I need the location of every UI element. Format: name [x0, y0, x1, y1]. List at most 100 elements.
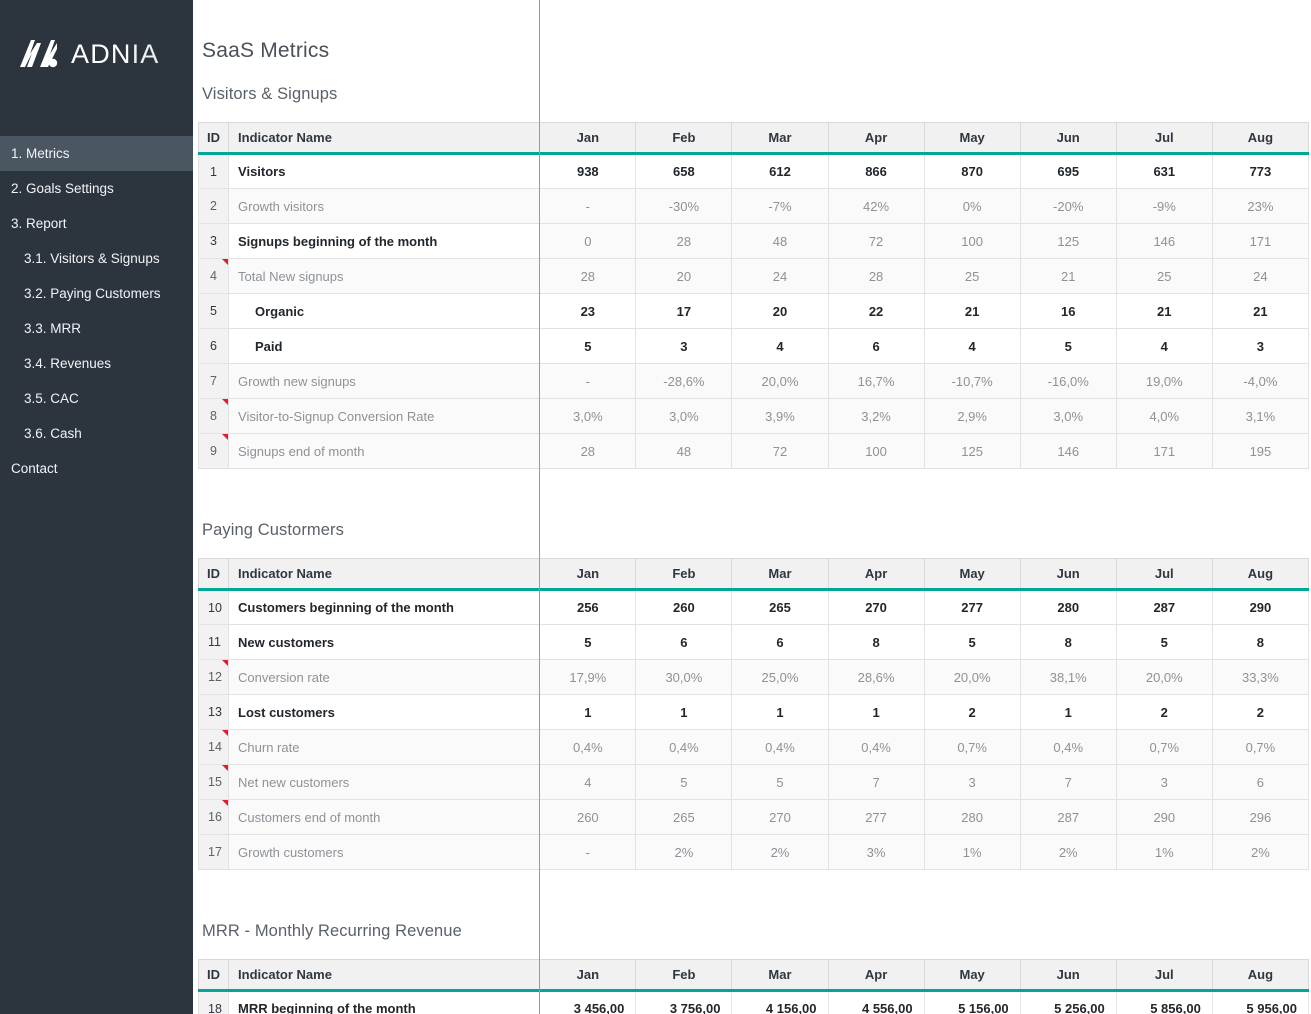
cell-jun[interactable]: 21	[1019, 258, 1117, 294]
table-row[interactable]: 4 Total New signups 28 20 24 28 25 21 25 24	[197, 258, 1310, 294]
column-header-jan[interactable]: Jan	[539, 558, 637, 591]
cell-aug[interactable]: 773	[1211, 153, 1310, 189]
cell-jun[interactable]: 287	[1019, 799, 1117, 835]
column-header-aug[interactable]: Aug	[1211, 959, 1310, 992]
cell-jan[interactable]: 3,0%	[539, 398, 637, 434]
column-header-jun[interactable]: Jun	[1019, 558, 1117, 591]
cell-jan[interactable]: 5	[539, 624, 637, 660]
table-row[interactable]: 18 MRR beginning of the month 3 456,00 3 75…	[197, 990, 1310, 1014]
cell-jun[interactable]: 5 256,00	[1019, 990, 1117, 1014]
column-header-feb[interactable]: Feb	[635, 122, 733, 155]
cell-jul[interactable]: 21	[1115, 293, 1213, 329]
cell-feb[interactable]: 3	[635, 328, 733, 364]
cell-jan[interactable]: 17,9%	[539, 659, 637, 695]
cell-may[interactable]: 25	[923, 258, 1021, 294]
sidebar-item-3-report[interactable]: 3. Report	[0, 206, 193, 241]
sidebar-item-2-goals-settings[interactable]: 2. Goals Settings	[0, 171, 193, 206]
cell-jul[interactable]: 5 856,00	[1115, 990, 1213, 1014]
cell-jul[interactable]: 19,0%	[1115, 363, 1213, 399]
cell-apr[interactable]: 28,6%	[827, 659, 925, 695]
cell-apr[interactable]: 16,7%	[827, 363, 925, 399]
cell-aug[interactable]: 6	[1211, 764, 1310, 800]
cell-jul[interactable]: 4	[1115, 328, 1213, 364]
cell-may[interactable]: 5 156,00	[923, 990, 1021, 1014]
table-row[interactable]: 2 Growth visitors - -30% -7% 42% 0% -20% -9% 23%	[197, 188, 1310, 224]
column-header-feb[interactable]: Feb	[635, 558, 733, 591]
cell-mar[interactable]: 72	[731, 433, 829, 469]
comment-marker-icon[interactable]	[222, 434, 229, 440]
cell-jun[interactable]: 0,4%	[1019, 729, 1117, 765]
cell-jun[interactable]: 1	[1019, 694, 1117, 730]
cell-jul[interactable]: 171	[1115, 433, 1213, 469]
comment-marker-icon[interactable]	[222, 259, 229, 265]
cell-may[interactable]: 1%	[923, 834, 1021, 870]
column-header-may[interactable]: May	[923, 959, 1021, 992]
cell-jul[interactable]: -9%	[1115, 188, 1213, 224]
cell-may[interactable]: -10,7%	[923, 363, 1021, 399]
cell-mar[interactable]: 3,9%	[731, 398, 829, 434]
cell-apr[interactable]: 3,2%	[827, 398, 925, 434]
cell-may[interactable]: 0,7%	[923, 729, 1021, 765]
cell-apr[interactable]: 270	[827, 589, 925, 625]
cell-jan[interactable]: 28	[539, 258, 637, 294]
table-row[interactable]: 5 Organic 23 17 20 22 21 16 21 21	[197, 293, 1310, 329]
sidebar-item-3-6-cash[interactable]: 3.6. Cash	[0, 416, 193, 451]
cell-feb[interactable]: 5	[635, 764, 733, 800]
cell-jun[interactable]: 280	[1019, 589, 1117, 625]
cell-may[interactable]: 280	[923, 799, 1021, 835]
cell-may[interactable]: 20,0%	[923, 659, 1021, 695]
column-header-id[interactable]: ID	[197, 558, 230, 591]
cell-jun[interactable]: -16,0%	[1019, 363, 1117, 399]
cell-apr[interactable]: 0,4%	[827, 729, 925, 765]
sidebar-item-3-4-revenues[interactable]: 3.4. Revenues	[0, 346, 193, 381]
brand-logo[interactable]: ADNIA	[0, 0, 193, 108]
column-header-may[interactable]: May	[923, 122, 1021, 155]
cell-jan[interactable]: 0,4%	[539, 729, 637, 765]
cell-jan[interactable]: 4	[539, 764, 637, 800]
cell-jun[interactable]: -20%	[1019, 188, 1117, 224]
cell-may[interactable]: 4	[923, 328, 1021, 364]
column-header-jul[interactable]: Jul	[1115, 959, 1213, 992]
cell-jul[interactable]: 1%	[1115, 834, 1213, 870]
cell-aug[interactable]: 290	[1211, 589, 1310, 625]
column-header-indicator-name[interactable]: Indicator Name	[228, 959, 541, 992]
cell-aug[interactable]: 3	[1211, 328, 1310, 364]
cell-feb[interactable]: 20	[635, 258, 733, 294]
table-row[interactable]: 11 New customers 5 6 6 8 5 8 5 8	[197, 624, 1310, 660]
cell-feb[interactable]: 0,4%	[635, 729, 733, 765]
cell-apr[interactable]: 6	[827, 328, 925, 364]
sidebar-item-3-3-mrr[interactable]: 3.3. MRR	[0, 311, 193, 346]
cell-may[interactable]: 21	[923, 293, 1021, 329]
cell-jun[interactable]: 7	[1019, 764, 1117, 800]
cell-jun[interactable]: 38,1%	[1019, 659, 1117, 695]
cell-mar[interactable]: 48	[731, 223, 829, 259]
cell-apr[interactable]: 4 556,00	[827, 990, 925, 1014]
column-header-aug[interactable]: Aug	[1211, 122, 1310, 155]
table-row[interactable]: 8 Visitor-to-Signup Conversion Rate 3,0% 3,…	[197, 398, 1310, 434]
cell-may[interactable]: 0%	[923, 188, 1021, 224]
table-row[interactable]: 10 Customers beginning of the month 256 260…	[197, 589, 1310, 625]
cell-may[interactable]: 125	[923, 433, 1021, 469]
cell-may[interactable]: 5	[923, 624, 1021, 660]
column-header-aug[interactable]: Aug	[1211, 558, 1310, 591]
cell-apr[interactable]: 72	[827, 223, 925, 259]
cell-jul[interactable]: 5	[1115, 624, 1213, 660]
cell-may[interactable]: 3	[923, 764, 1021, 800]
comment-marker-icon[interactable]	[222, 660, 229, 666]
column-header-jul[interactable]: Jul	[1115, 122, 1213, 155]
cell-feb[interactable]: -30%	[635, 188, 733, 224]
cell-mar[interactable]: 0,4%	[731, 729, 829, 765]
cell-aug[interactable]: 21	[1211, 293, 1310, 329]
sidebar-item-3-1-visitors-signups[interactable]: 3.1. Visitors & Signups	[0, 241, 193, 276]
column-header-apr[interactable]: Apr	[827, 959, 925, 992]
column-header-jan[interactable]: Jan	[539, 122, 637, 155]
column-header-mar[interactable]: Mar	[731, 558, 829, 591]
cell-feb[interactable]: 6	[635, 624, 733, 660]
cell-may[interactable]: 100	[923, 223, 1021, 259]
column-header-mar[interactable]: Mar	[731, 122, 829, 155]
cell-aug[interactable]: 24	[1211, 258, 1310, 294]
cell-apr[interactable]: 28	[827, 258, 925, 294]
cell-jan[interactable]: 3 456,00	[539, 990, 637, 1014]
cell-jul[interactable]: 290	[1115, 799, 1213, 835]
comment-marker-icon[interactable]	[222, 399, 229, 405]
